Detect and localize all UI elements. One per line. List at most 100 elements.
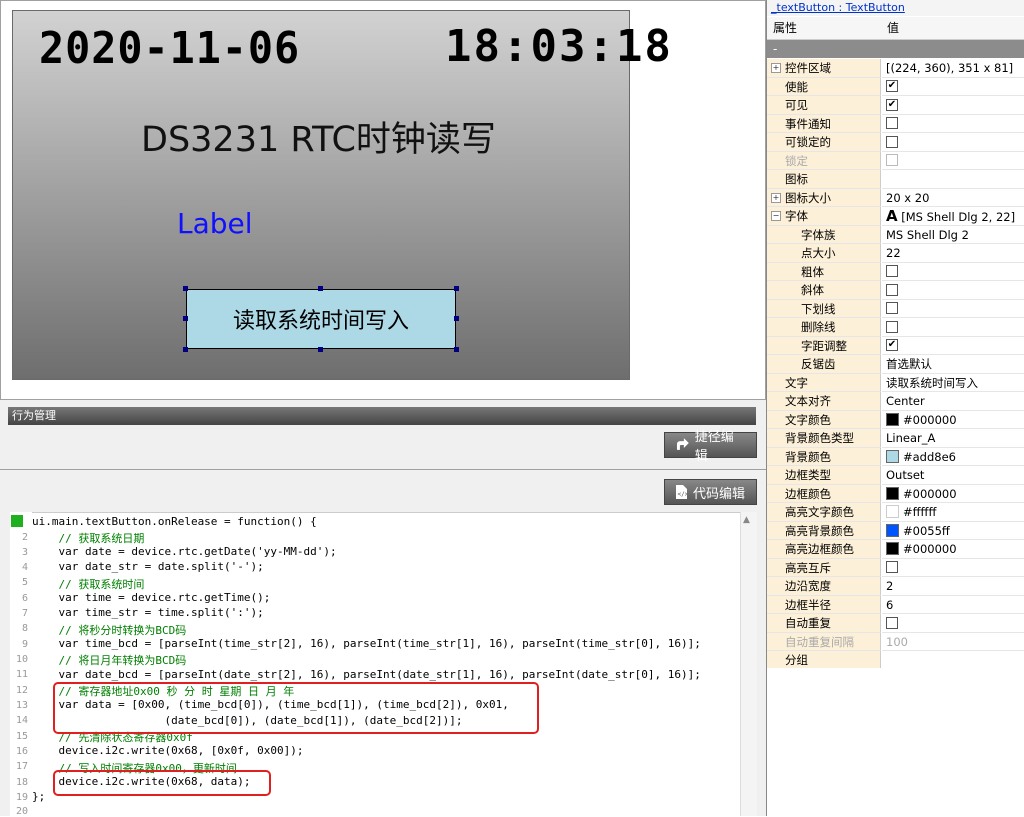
line-number: 16 — [15, 746, 28, 757]
prop-row-font[interactable]: − 字体 A [MS Shell Dlg 2, 22] — [767, 207, 1024, 226]
code-line: // 将秒分时转换为BCD码 — [32, 624, 187, 637]
lockable-checkbox[interactable] — [886, 135, 898, 148]
prop-row-italic[interactable]: 斜体 — [767, 281, 1024, 300]
prop-row-bold[interactable]: 粗体 — [767, 262, 1024, 281]
resize-handle-r[interactable] — [454, 316, 459, 321]
line-number: 18 — [15, 777, 28, 788]
resize-handle-br[interactable] — [454, 347, 459, 352]
kerning-checkbox[interactable]: ✔ — [886, 339, 898, 351]
arrow-icon — [676, 438, 689, 450]
color-swatch[interactable] — [886, 542, 899, 555]
prop-row-hl-border-color[interactable]: 高亮边框颜色 #000000 — [767, 540, 1024, 559]
column-value[interactable]: 值 — [887, 17, 899, 39]
prop-row-edge-width[interactable]: 边沿宽度 2 — [767, 577, 1024, 596]
label-widget[interactable]: Label — [177, 207, 253, 240]
prop-row-lockable[interactable]: 可锁定的 — [767, 133, 1024, 152]
code-line: var time_bcd = [parseInt(time_str[2], 16… — [32, 637, 701, 650]
font-icon: A — [886, 207, 898, 225]
prop-row-text-color[interactable]: 文字颜色 #000000 — [767, 410, 1024, 429]
line-number: 7 — [21, 608, 28, 619]
prop-row-point-size[interactable]: 点大小 22 — [767, 244, 1024, 263]
prop-row-group[interactable]: 分组 — [767, 651, 1024, 670]
column-property[interactable]: 属性 — [773, 17, 797, 39]
highlight-box — [53, 682, 539, 734]
shortcut-edit-button[interactable]: 捷径编辑 — [664, 430, 757, 464]
property-group-row[interactable]: - — [767, 40, 1024, 58]
time-display[interactable]: 18:03:18 — [445, 21, 673, 72]
event-checkbox[interactable] — [886, 117, 898, 129]
line-number: 2 — [21, 532, 28, 543]
code-line: device.i2c.write(0x68, [0x0f, 0x00]); — [32, 744, 304, 757]
color-swatch[interactable] — [886, 449, 899, 463]
prop-row-border-radius[interactable]: 边框半径 6 — [767, 595, 1024, 614]
exclusive-checkbox[interactable] — [886, 561, 898, 573]
prop-row-antialias[interactable]: 反锯齿 首选默认 — [767, 355, 1024, 374]
code-line: var date = device.rtc.getDate('yy-MM-dd'… — [32, 545, 337, 558]
scroll-up-icon[interactable]: ▲ — [743, 515, 750, 525]
prop-row-auto-repeat[interactable]: 自动重复 — [767, 614, 1024, 633]
line-number: 13 — [15, 700, 28, 711]
prop-row-border-color[interactable]: 边框颜色 #000000 — [767, 484, 1024, 503]
code-line: var time = device.rtc.getTime(); — [32, 591, 271, 604]
color-swatch[interactable] — [886, 523, 899, 537]
read-system-time-button[interactable]: 读取系统时间写入 — [186, 289, 456, 349]
code-file-icon: </> — [676, 485, 688, 499]
prop-row-bg-type[interactable]: 背景颜色类型 Linear_A — [767, 429, 1024, 448]
prop-row-kerning[interactable]: 字距调整 ✔ — [767, 336, 1024, 355]
italic-checkbox[interactable] — [886, 283, 898, 296]
visible-checkbox[interactable]: ✔ — [886, 98, 898, 111]
prop-row-bg-color[interactable]: 背景颜色 #add8e6 — [767, 447, 1024, 466]
prop-row-strikeout[interactable]: 删除线 — [767, 318, 1024, 337]
title-label[interactable]: DS3231 RTC时钟读写 — [141, 111, 496, 162]
shortcut-edit-label: 捷径编辑 — [694, 430, 734, 464]
prop-row-area[interactable]: + 控件区域 [(224, 360), 351 x 81] — [767, 59, 1024, 78]
property-column-header: 属性 值 — [767, 17, 1024, 40]
expand-icon[interactable]: + — [771, 63, 781, 73]
prop-row-visible[interactable]: 可见 ✔ — [767, 96, 1024, 115]
date-display[interactable]: 2020-11-06 — [39, 23, 300, 74]
prop-row-border-type[interactable]: 边框类型 Outset — [767, 466, 1024, 485]
prop-row-icon-size[interactable]: + 图标大小 20 x 20 — [767, 188, 1024, 207]
prop-row-event[interactable]: 事件通知 — [767, 114, 1024, 133]
resize-handle-t[interactable] — [318, 286, 323, 291]
code-edit-button[interactable]: </> 代码编辑 — [664, 479, 757, 505]
resize-handle-bl[interactable] — [183, 347, 188, 352]
strikeout-checkbox[interactable] — [886, 320, 898, 333]
prop-row-icon[interactable]: 图标 — [767, 170, 1024, 189]
prop-row-font-family[interactable]: 字体族 MS Shell Dlg 2 — [767, 225, 1024, 244]
line-number: 4 — [21, 562, 28, 573]
prop-row-text[interactable]: 文字 读取系统时间写入 — [767, 373, 1024, 392]
prop-row-hl-bg-color[interactable]: 高亮背景颜色 #0055ff — [767, 521, 1024, 540]
color-swatch[interactable] — [886, 505, 899, 518]
line-number: 5 — [21, 577, 28, 588]
breakpoint-marker[interactable] — [11, 515, 23, 527]
code-line: var date_bcd = [parseInt(date_str[2], 16… — [32, 668, 701, 681]
underline-checkbox[interactable] — [886, 302, 898, 314]
resize-handle-l[interactable] — [183, 316, 188, 321]
prop-row-enabled[interactable]: 使能 ✔ — [767, 77, 1024, 96]
locked-checkbox — [886, 154, 898, 166]
resize-handle-b[interactable] — [318, 347, 323, 352]
svg-text:</>: </> — [678, 491, 688, 498]
resize-handle-tr[interactable] — [454, 286, 459, 291]
enabled-checkbox[interactable]: ✔ — [886, 80, 898, 92]
code-scrollbar[interactable] — [740, 512, 757, 816]
color-swatch[interactable] — [886, 486, 899, 500]
resize-handle-tl[interactable] — [183, 286, 188, 291]
property-panel-header[interactable]: _textButton : TextButton — [767, 0, 1024, 16]
bold-checkbox[interactable] — [886, 265, 898, 277]
highlight-box — [53, 770, 271, 796]
line-number: 11 — [15, 669, 28, 680]
expand-icon[interactable]: + — [771, 192, 781, 203]
code-line: var time_str = time.split(':'); — [32, 606, 264, 619]
prop-row-underline[interactable]: 下划线 — [767, 299, 1024, 318]
collapse-icon[interactable]: − — [771, 211, 781, 221]
prop-row-hl-text-color[interactable]: 高亮文字颜色 #ffffff — [767, 503, 1024, 522]
prop-row-text-align[interactable]: 文本对齐 Center — [767, 392, 1024, 411]
auto-repeat-checkbox[interactable] — [886, 616, 898, 629]
code-line: // 获取系统日期 — [32, 532, 145, 545]
code-line: var date_str = date.split('-'); — [32, 560, 264, 573]
prop-row-hl-exclusive[interactable]: 高亮互斥 — [767, 558, 1024, 577]
color-swatch[interactable] — [886, 412, 899, 426]
device-screen-preview: 2020-11-06 18:03:18 DS3231 RTC时钟读写 Label… — [12, 10, 671, 380]
